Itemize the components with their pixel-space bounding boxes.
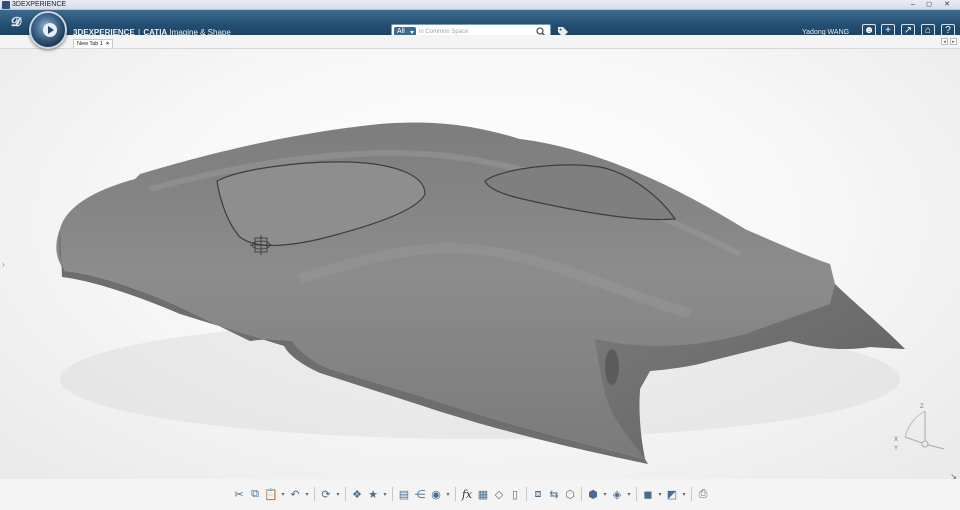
close-window-button[interactable]: ✕ bbox=[940, 0, 954, 9]
separator bbox=[636, 487, 637, 501]
sketch-icon[interactable]: ⧈ bbox=[531, 487, 545, 501]
separator bbox=[392, 487, 393, 501]
sphere-dropdown-icon[interactable]: ▾ bbox=[445, 487, 451, 501]
measure-icon[interactable]: ◇ bbox=[492, 487, 506, 501]
separator bbox=[345, 487, 346, 501]
window-title-bar: 3DEXPERIENCE – ◻ ✕ bbox=[0, 0, 960, 10]
axis-system-icon[interactable]: ⇆ bbox=[547, 487, 561, 501]
render-style-dropdown-icon[interactable]: ▾ bbox=[626, 487, 632, 501]
window-title: 3DEXPERIENCE bbox=[12, 1, 67, 8]
formula-icon[interactable]: fx bbox=[460, 487, 474, 501]
paste-icon[interactable]: 📋 bbox=[264, 487, 278, 501]
tab-new-tab-1[interactable]: New Tab 1 × bbox=[73, 39, 114, 48]
copy-icon[interactable]: ⧉ bbox=[248, 487, 262, 501]
tab-close-icon[interactable]: × bbox=[106, 40, 109, 48]
ds-logo-icon[interactable]: 𝓓 bbox=[7, 14, 25, 30]
minimize-button[interactable]: – bbox=[906, 0, 920, 9]
separator bbox=[455, 487, 456, 501]
cut-icon[interactable]: ✂ bbox=[232, 487, 246, 501]
view-selector-dropdown-icon[interactable]: ▾ bbox=[602, 487, 608, 501]
compass-button[interactable] bbox=[29, 11, 67, 49]
capture-icon[interactable]: ⎙ bbox=[696, 487, 710, 501]
hide-show-icon[interactable]: ◩ bbox=[665, 487, 679, 501]
rear-opening bbox=[605, 349, 619, 385]
tab-prev-button[interactable]: ◂ bbox=[941, 38, 948, 45]
maximize-button[interactable]: ◻ bbox=[922, 0, 936, 9]
axis-triad-icon[interactable]: Z X Y bbox=[894, 404, 945, 452]
action-bar: ✂ ⧉ 📋 ▾ ↶ ▾ ⟳ ▾ ❖ ★ ▾ ▤ ⋲ ◉ ▾ fx ▦ ◇ ▯ ⧈… bbox=[0, 479, 960, 510]
cylinder-icon[interactable]: ▯ bbox=[508, 487, 522, 501]
3d-viewport[interactable]: Z X Y › bbox=[0, 49, 960, 479]
favorite-icon[interactable]: ★ bbox=[366, 487, 380, 501]
separator bbox=[691, 487, 692, 501]
undo-icon[interactable]: ↶ bbox=[288, 487, 302, 501]
favorite-dropdown-icon[interactable]: ▾ bbox=[382, 487, 388, 501]
multi-view-icon[interactable]: ⬡ bbox=[563, 487, 577, 501]
update-icon[interactable]: ⟳ bbox=[319, 487, 333, 501]
separator bbox=[581, 487, 582, 501]
catalog-icon[interactable]: ❖ bbox=[350, 487, 364, 501]
cube-view-dropdown-icon[interactable]: ▾ bbox=[657, 487, 663, 501]
axis-y-label: Y bbox=[894, 446, 898, 452]
axis-x-label: X bbox=[894, 437, 898, 443]
view-selector-icon[interactable]: ⬢ bbox=[586, 487, 600, 501]
hide-show-dropdown-icon[interactable]: ▾ bbox=[681, 487, 687, 501]
play-icon bbox=[43, 23, 57, 37]
tab-label: New Tab 1 bbox=[77, 41, 103, 47]
undo-dropdown-icon[interactable]: ▾ bbox=[304, 487, 310, 501]
render-style-icon[interactable]: ◈ bbox=[610, 487, 624, 501]
side-panel-arrow-icon[interactable]: › bbox=[2, 260, 5, 269]
sphere-icon[interactable]: ◉ bbox=[429, 487, 443, 501]
separator bbox=[526, 487, 527, 501]
car-body-model[interactable]: Z X Y bbox=[0, 49, 960, 479]
action-bar-tools: ✂ ⧉ 📋 ▾ ↶ ▾ ⟳ ▾ ❖ ★ ▾ ▤ ⋲ ◉ ▾ fx ▦ ◇ ▯ ⧈… bbox=[232, 485, 710, 503]
app-icon bbox=[2, 1, 10, 9]
separator bbox=[314, 487, 315, 501]
update-dropdown-icon[interactable]: ▾ bbox=[335, 487, 341, 501]
tree-icon[interactable]: ⋲ bbox=[413, 487, 427, 501]
tab-strip: New Tab 1 × ◂ ▸ bbox=[0, 35, 960, 49]
table-icon[interactable]: ▦ bbox=[476, 487, 490, 501]
paste-dropdown-icon[interactable]: ▾ bbox=[280, 487, 286, 501]
top-header: 𝓓 3DEXPERIENCE | CATIA Imagine & Shape A… bbox=[0, 10, 960, 40]
cube-view-icon[interactable]: ◼ bbox=[641, 487, 655, 501]
tab-next-button[interactable]: ▸ bbox=[950, 38, 957, 45]
axis-z-label: Z bbox=[920, 404, 924, 410]
properties-icon[interactable]: ▤ bbox=[397, 487, 411, 501]
